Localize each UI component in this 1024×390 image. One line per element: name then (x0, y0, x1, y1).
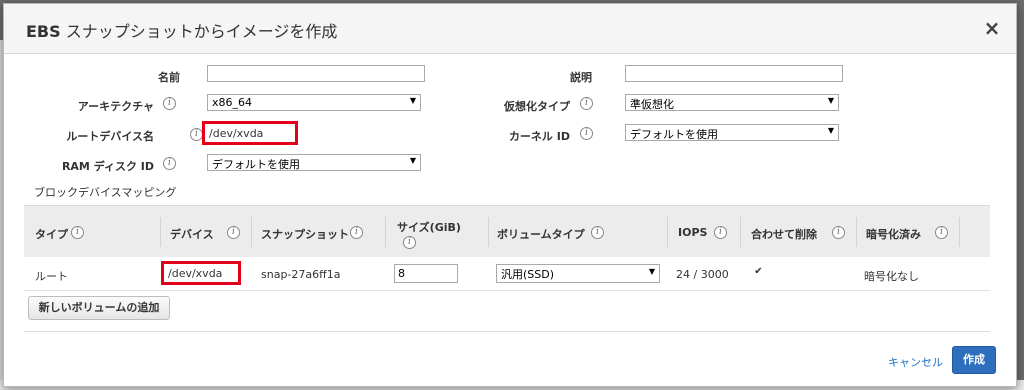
column-header-device-text: デバイス (170, 228, 214, 241)
chevron-down-icon: ▼ (827, 126, 834, 135)
column-header-delete-text: 合わせて削除 (751, 228, 817, 241)
chevron-down-icon: ▼ (409, 96, 416, 105)
name-label: 名前 (158, 71, 180, 84)
info-icon[interactable]: i (71, 226, 84, 239)
kernel-value: デフォルトを使用 (630, 128, 718, 141)
ramdisk-select[interactable]: デフォルトを使用 ▼ (207, 154, 421, 171)
row-iops: 24 / 3000 (676, 268, 729, 281)
info-icon[interactable]: i (350, 226, 363, 239)
chevron-down-icon: ▼ (827, 96, 834, 105)
delete-on-termination-checkbox[interactable]: ✔ (753, 267, 764, 278)
info-icon[interactable]: i (163, 97, 176, 110)
close-icon[interactable]: × (982, 18, 1002, 38)
description-input[interactable] (625, 65, 843, 82)
column-header-type-text: タイプ (35, 228, 68, 241)
chevron-down-icon: ▼ (648, 267, 655, 276)
column-divider (160, 217, 161, 247)
column-header-size-text: サイズ(GiB) (397, 221, 461, 234)
column-header-snapshot-text: スナップショット (261, 228, 349, 241)
block-device-mapping-title: ブロックデバイスマッピング (34, 186, 177, 199)
column-header-snapshot: スナップショット (261, 226, 349, 242)
column-divider (959, 217, 960, 247)
column-header-encrypted-text: 暗号化済み (866, 228, 921, 241)
volume-type-select[interactable]: 汎用(SSD) ▼ (496, 264, 660, 283)
info-icon[interactable]: i (227, 226, 240, 239)
dialog-title-text: スナップショットからイメージを作成 (60, 22, 338, 41)
add-new-volume-button[interactable]: 新しいボリュームの追加 (28, 296, 170, 320)
kernel-select[interactable]: デフォルトを使用 ▼ (625, 124, 839, 141)
column-divider (488, 217, 489, 247)
column-divider (251, 217, 252, 247)
column-divider (385, 217, 386, 247)
column-header-iops: IOPS (678, 226, 707, 239)
dialog-title: EBS スナップショットからイメージを作成 (26, 18, 337, 42)
info-icon[interactable]: i (403, 236, 416, 249)
column-divider (856, 217, 857, 247)
ramdisk-label: RAM ディスク ID (61, 160, 154, 173)
column-header-delete-on-termination: 合わせて削除 (751, 226, 817, 242)
column-header-size: サイズ(GiB) (397, 219, 461, 235)
architecture-value: x86_64 (212, 96, 253, 109)
info-icon[interactable]: i (714, 226, 727, 239)
column-header-encrypted: 暗号化済み (866, 226, 921, 242)
create-image-dialog: EBS スナップショットからイメージを作成 × 名前 説明 アーキテクチャ i … (3, 3, 1017, 387)
info-icon[interactable]: i (832, 226, 845, 239)
architecture-label: アーキテクチャ (77, 100, 154, 113)
architecture-select[interactable]: x86_64 ▼ (207, 94, 421, 111)
column-header-volume-type: ボリュームタイプ (497, 226, 585, 242)
dialog-header: EBS スナップショットからイメージを作成 × (4, 4, 1016, 54)
root-device-value[interactable]: /dev/xvda (209, 127, 263, 140)
virtualization-value: 準仮想化 (630, 98, 674, 111)
column-header-device: デバイス (170, 226, 214, 242)
info-icon[interactable]: i (935, 226, 948, 239)
name-input[interactable] (207, 65, 425, 82)
column-header-iops-text: IOPS (678, 226, 708, 239)
volume-type-value: 汎用(SSD) (501, 268, 555, 281)
cancel-link[interactable]: キャンセル (888, 354, 943, 370)
info-icon[interactable]: i (580, 97, 593, 110)
footer-separator (24, 331, 990, 332)
column-divider (667, 217, 668, 247)
ramdisk-value: デフォルトを使用 (212, 158, 300, 171)
virtualization-select[interactable]: 準仮想化 ▼ (625, 94, 839, 111)
root-device-label: ルートデバイス名 (66, 130, 154, 143)
size-input[interactable] (394, 264, 458, 283)
row-snapshot: snap-27a6ff1a (261, 268, 341, 281)
row-device: /dev/xvda (168, 267, 223, 280)
description-label: 説明 (570, 71, 592, 84)
dialog-title-bold: EBS (26, 22, 61, 41)
create-button[interactable]: 作成 (952, 346, 996, 374)
row-type: ルート (35, 270, 68, 283)
row-encrypted: 暗号化なし (864, 270, 919, 283)
chevron-down-icon: ▼ (409, 156, 416, 165)
info-icon[interactable]: i (580, 127, 593, 140)
info-icon[interactable]: i (591, 226, 604, 239)
kernel-label: カーネル ID (508, 130, 570, 143)
info-icon[interactable]: i (163, 157, 176, 170)
virtualization-label: 仮想化タイプ (504, 100, 570, 113)
mapping-table-header: タイプ i デバイス i スナップショット i サイズ(GiB) i ボリューム… (24, 205, 990, 257)
column-divider (740, 217, 741, 247)
column-header-volume-type-text: ボリュームタイプ (497, 228, 585, 241)
row-separator (24, 290, 990, 291)
column-header-type: タイプ (35, 226, 68, 242)
